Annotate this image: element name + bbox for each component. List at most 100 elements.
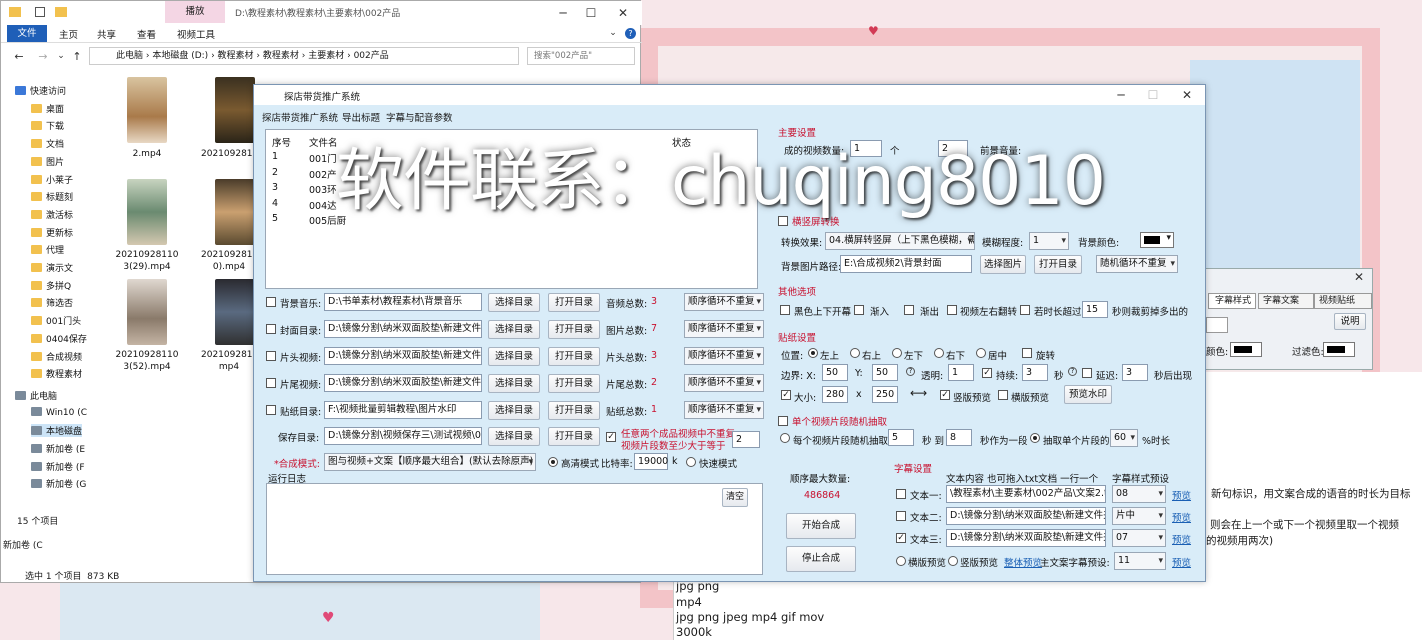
order-mode-dropdown[interactable]: 顺序循环不重复 [684,374,764,392]
alpha-field[interactable]: 1 [948,364,974,381]
breadcrumb-disk-d[interactable]: 本地磁盘 (D:) [152,51,208,61]
table-cell-no[interactable]: 3 [272,182,278,193]
nav-item[interactable]: 代理 [31,243,64,256]
delay-checkbox[interactable] [1082,368,1092,378]
convert-effect-dropdown[interactable]: 04.横屏转竖屏（上下黑色模糊，需转为) [825,232,975,250]
open-dir-button[interactable]: 打开目录 [548,293,600,312]
tab-subtitle-text[interactable]: 字幕文案 [1258,293,1314,309]
size-width-field[interactable]: 280 [822,386,848,403]
source-checkbox[interactable] [266,351,276,361]
explain-button[interactable]: 说明 [1334,313,1366,330]
open-dir-button[interactable]: 打开目录 [548,320,600,339]
rotate-checkbox[interactable] [1022,348,1032,358]
flip-checkbox[interactable] [947,305,957,315]
column-header-no[interactable]: 序号 [272,135,291,149]
video-thumbnail[interactable] [215,77,255,143]
forward-icon[interactable]: → [35,48,51,64]
source-checkbox[interactable] [266,297,276,307]
context-tab-play[interactable]: 播放 [165,1,225,23]
table-cell-no[interactable]: 1 [272,151,278,162]
no-repeat-checkbox[interactable]: ✓ [606,432,616,442]
open-dir-button[interactable]: 打开目录 [548,401,600,420]
chevron-down-icon[interactable]: ⌄ [607,26,619,40]
order-mode-dropdown[interactable]: 顺序循环不重复 [684,401,764,419]
breadcrumb-folder-3[interactable]: 主要素材 [308,51,344,61]
select-dir-button[interactable]: 选择目录 [488,401,540,420]
order-mode-dropdown[interactable]: 顺序循环不重复 [684,293,764,311]
table-cell-name[interactable]: 004达 [309,198,337,212]
bg-image-mode-dropdown[interactable]: 随机循环不重复 [1096,255,1178,273]
pos-bottom-right-radio[interactable] [934,348,944,358]
nav-item[interactable]: 0404保存 [31,332,87,345]
nav-item[interactable]: 下载 [31,119,64,132]
source-checkbox[interactable] [266,378,276,388]
source-path-field[interactable]: D:\镜像分割\纳米双面胶垫\新建文件夹 [324,374,482,392]
blur-level-dropdown[interactable]: 1 [1029,232,1069,250]
nav-item[interactable]: 文档 [31,137,64,150]
margin-x-field[interactable]: 50 [822,364,848,381]
duration-field[interactable]: 3 [1022,364,1048,381]
save-select-dir-button[interactable]: 选择目录 [488,427,540,446]
duration-limit-field[interactable]: 15 [1082,301,1108,318]
table-cell-no[interactable]: 5 [272,213,278,224]
nav-item[interactable]: 小莱子 [31,173,73,186]
ribbon-tab-file[interactable]: 文件 [7,25,47,42]
color-swatch[interactable] [1230,342,1262,357]
file-name[interactable]: 20210928113 0).mp4 [201,249,257,273]
nav-item[interactable]: 新加卷 (E [31,442,85,455]
bg-color-swatch[interactable]: ▾ [1140,232,1174,248]
breadcrumb-folder-1[interactable]: 教程素材 [218,51,254,61]
subtitle-preview-link[interactable]: 预览 [1172,510,1191,524]
pos-center-radio[interactable] [976,348,986,358]
bg-open-dir-button[interactable]: 打开目录 [1034,255,1082,274]
fade-out-checkbox[interactable] [904,305,914,315]
file-name[interactable]: 2.mp4 [121,149,173,159]
video-thumbnail[interactable] [127,279,167,345]
pos-bottom-left-radio[interactable] [892,348,902,358]
back-icon[interactable]: ← [11,48,27,64]
nav-item[interactable]: 多拼Q [31,279,71,292]
nav-item[interactable]: 图片 [31,155,64,168]
fade-in-checkbox[interactable] [854,305,864,315]
main-subtitle-preview-link[interactable]: 预览 [1172,555,1191,569]
history-icon[interactable]: ⌄ [55,48,67,64]
breadcrumb-folder-4[interactable]: 002产品 [354,51,389,61]
file-name[interactable]: 20210928110 mp4 [201,349,257,373]
subtitle-preview-link[interactable]: 预览 [1172,532,1191,546]
source-checkbox[interactable] [266,324,276,334]
repeat-count-field[interactable]: 2 [732,431,760,448]
tab-video-sticker[interactable]: 视频贴纸 [1314,293,1372,309]
duration-checkbox[interactable]: ✓ [982,368,992,378]
margin-y-field[interactable]: 50 [872,364,898,381]
source-path-field[interactable]: D:\书单素材\教程素材\背景音乐 [324,293,482,311]
order-mode-dropdown[interactable]: 顺序循环不重复 [684,347,764,365]
ribbon-tab-video-tools[interactable]: 视频工具 [177,27,215,41]
breadcrumb-folder-2[interactable]: 教程素材 [263,51,299,61]
nav-item[interactable]: 标题刻 [31,190,73,203]
close-icon[interactable]: ✕ [613,4,633,22]
nav-item[interactable]: 快速访问 [15,84,66,97]
open-dir-button[interactable]: 打开目录 [548,347,600,366]
nav-item[interactable]: 合成视频 [31,350,82,363]
nav-item[interactable]: 001门头 [31,314,81,327]
black-curtain-checkbox[interactable] [780,305,790,315]
bitrate-field[interactable]: 19000 [634,453,668,470]
address-bar[interactable]: 此电脑 › 本地磁盘 (D:) › 教程素材 › 教程素材 › 主要素材 › 0… [89,47,519,65]
subtitle-checkbox[interactable]: ✓ [896,533,906,543]
subtitle-path-field[interactable]: D:\镜像分割\纳米双面胶垫\新建文件夹 [946,529,1106,547]
run-log-area[interactable] [266,483,763,575]
size-checkbox[interactable]: ✓ [781,390,791,400]
source-path-field[interactable]: D:\镜像分割\纳米双面胶垫\新建文件夹 [324,320,482,338]
open-dir-button[interactable]: 打开目录 [548,374,600,393]
menu-subtitle-params[interactable]: 字幕与配音参数 [386,110,453,124]
pos-top-left-radio[interactable] [808,348,818,358]
table-cell-name[interactable]: 003环 [309,182,337,196]
random-from-field[interactable]: 5 [888,429,914,446]
breadcrumb-this-pc[interactable]: 此电脑 [116,51,143,61]
subtitle-checkbox[interactable] [896,511,906,521]
maximize-icon[interactable]: ☐ [1144,87,1162,103]
video-thumbnail[interactable] [127,179,167,245]
source-checkbox[interactable] [266,405,276,415]
start-compose-button[interactable]: 开始合成 [786,513,856,539]
nav-item[interactable]: 此电脑 [15,389,57,402]
